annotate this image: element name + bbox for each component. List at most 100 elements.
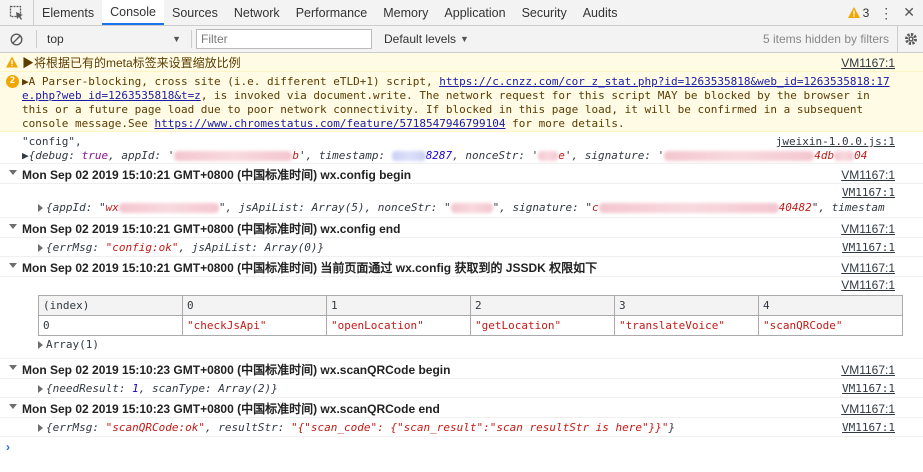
console-messages: ▶将根据已有的meta标签来设置缩放比例 VM1167:1 2 ▶A Parse… [0,53,923,472]
console-group-header[interactable]: Mon Sep 02 2019 15:10:21 GMT+0800 (中国标准时… [0,164,923,184]
console-log: VM1167:1 {errMsg: "scanQRCode:ok", resul… [0,418,923,437]
source-link[interactable]: VM1167:1 [842,421,895,435]
column-header[interactable]: 2 [470,295,615,316]
script-link[interactable]: https://c.cnzz.com/cor z_stat.php?id=126… [439,75,889,88]
console-log: VM1167:1 {appId: "wx ", jsApiList: Array(… [0,184,923,218]
column-header[interactable]: 4 [758,295,903,316]
warning-text: , is invoked via document.write. The net… [200,89,870,102]
source-link[interactable]: VM1167:1 [841,278,895,292]
source-link[interactable]: VM1167:1 [841,261,895,275]
tab-bar-right: 3 ⋮ ✕ [847,0,923,25]
table-header-row: (index) 0 1 2 3 4 [38,295,903,316]
more-menu-icon[interactable]: ⋮ [879,6,893,20]
tab-performance[interactable]: Performance [288,0,376,25]
source-link[interactable]: VM1167:1 [841,402,895,416]
warning-text: console message.See [22,117,155,130]
tab-security[interactable]: Security [514,0,575,25]
table-cell: 0 [38,315,183,336]
redacted-value [834,151,855,161]
redacted-value [664,151,815,161]
source-link[interactable]: VM1167:1 [841,363,895,377]
expand-icon [38,204,43,212]
settings-button[interactable] [897,26,923,52]
column-header[interactable]: 0 [182,295,327,316]
source-link[interactable]: VM1167:1 [842,382,895,396]
log-object[interactable]: {needResult: 1, scanType: Array(2)} [38,382,278,395]
chromestatus-link[interactable]: https://www.chromestatus.com/feature/571… [154,117,505,130]
source-link[interactable]: VM1167:1 [841,56,895,70]
context-selector[interactable]: top ▼ [41,29,187,49]
console-prompt[interactable]: › [0,437,923,455]
log-object[interactable]: {errMsg: "config:ok", jsApiList: Array(0… [38,241,324,254]
log-levels-dropdown[interactable]: Default levels ▼ [384,32,469,46]
group-title: Mon Sep 02 2019 15:10:21 GMT+0800 (中国标准时… [22,222,401,236]
log-object[interactable]: ▶{debug: true, appId: ' b', timestamp: 82… [22,149,923,163]
table-cell: "translateVoice" [614,315,759,336]
redacted-value [391,151,426,161]
tab-network[interactable]: Network [226,0,288,25]
source-link[interactable]: VM1167:1 [842,186,895,200]
warning-text: this or a future page load due to poor n… [22,103,864,116]
inspect-icon [9,5,23,20]
expand-icon [9,224,17,229]
redacted-value [538,151,559,161]
console-table: (index) 0 1 2 3 4 0 "checkJsApi" "openLo… [38,295,903,336]
clear-icon [9,32,23,46]
tab-memory[interactable]: Memory [375,0,436,25]
hidden-items-text: 5 items hidden by filters [762,32,889,46]
expand-icon [38,424,43,432]
console-group-header[interactable]: Mon Sep 02 2019 15:10:21 GMT+0800 (中国标准时… [0,218,923,238]
redacted-value [450,203,493,213]
redacted-value [118,203,219,213]
script-link[interactable]: e.php?web id=1263535818&t=z [22,89,201,102]
warning-text: for more details. [505,117,625,130]
warnings-count: 3 [862,5,870,20]
array-expander[interactable]: Array(1) [22,338,923,352]
column-header[interactable]: 3 [614,295,759,316]
expand-icon [38,385,43,393]
group-title: Mon Sep 02 2019 15:10:21 GMT+0800 (中国标准时… [22,261,598,275]
expand-icon [9,365,17,370]
console-warning: ▶将根据已有的meta标签来设置缩放比例 VM1167:1 [0,53,923,72]
log-object[interactable]: {errMsg: "scanQRCode:ok", resultStr: "{"… [38,421,675,434]
warning-text[interactable]: ▶将根据已有的meta标签来设置缩放比例 [22,56,241,70]
table-row: 0 "checkJsApi" "openLocation" "getLocati… [38,315,903,336]
group-title: Mon Sep 02 2019 15:10:21 GMT+0800 (中国标准时… [22,168,412,182]
source-link[interactable]: VM1167:1 [841,168,895,182]
column-header[interactable]: 1 [326,295,471,316]
warning-text[interactable]: ▶A Parser-blocking, cross site (i.e. dif… [22,75,439,88]
tab-elements[interactable]: Elements [34,0,102,25]
console-warning: 2 ▶A Parser-blocking, cross site (i.e. d… [0,72,923,132]
toolbar-divider [36,30,37,48]
tab-sources[interactable]: Sources [164,0,226,25]
tab-console[interactable]: Console [102,0,164,25]
column-header[interactable]: (index) [38,295,183,316]
console-group-header[interactable]: Mon Sep 02 2019 15:10:21 GMT+0800 (中国标准时… [0,257,923,277]
warnings-counter[interactable]: 3 [847,5,870,20]
group-title: Mon Sep 02 2019 15:10:23 GMT+0800 (中国标准时… [22,363,451,377]
table-cell: "scanQRCode" [758,315,903,336]
inspect-element-button[interactable] [0,0,34,25]
repeat-count-badge: 2 [6,75,19,88]
context-value: top [47,32,64,46]
prompt-icon: › [6,440,10,454]
log-levels-label: Default levels [384,32,457,46]
redacted-value [598,203,779,213]
console-log: VM1167:1 {errMsg: "config:ok", jsApiList… [0,238,923,257]
expand-icon [9,263,17,268]
tab-audits[interactable]: Audits [575,0,626,25]
expand-icon [9,404,17,409]
table-cell: "checkJsApi" [182,315,327,336]
console-group-header[interactable]: Mon Sep 02 2019 15:10:23 GMT+0800 (中国标准时… [0,359,923,379]
redacted-value [174,151,293,161]
source-link[interactable]: VM1167:1 [842,241,895,255]
filter-input[interactable] [196,29,372,49]
close-icon[interactable]: ✕ [903,4,915,21]
tab-application[interactable]: Application [436,0,513,25]
log-object[interactable]: {appId: "wx ", jsApiList: Array(5), nonce… [38,201,885,214]
expand-icon [38,341,43,349]
clear-console-button[interactable] [0,32,32,46]
console-group-header[interactable]: Mon Sep 02 2019 15:10:23 GMT+0800 (中国标准时… [0,398,923,418]
source-link[interactable]: VM1167:1 [841,222,895,236]
source-link[interactable]: jweixin-1.0.0.js:1 [776,135,895,149]
